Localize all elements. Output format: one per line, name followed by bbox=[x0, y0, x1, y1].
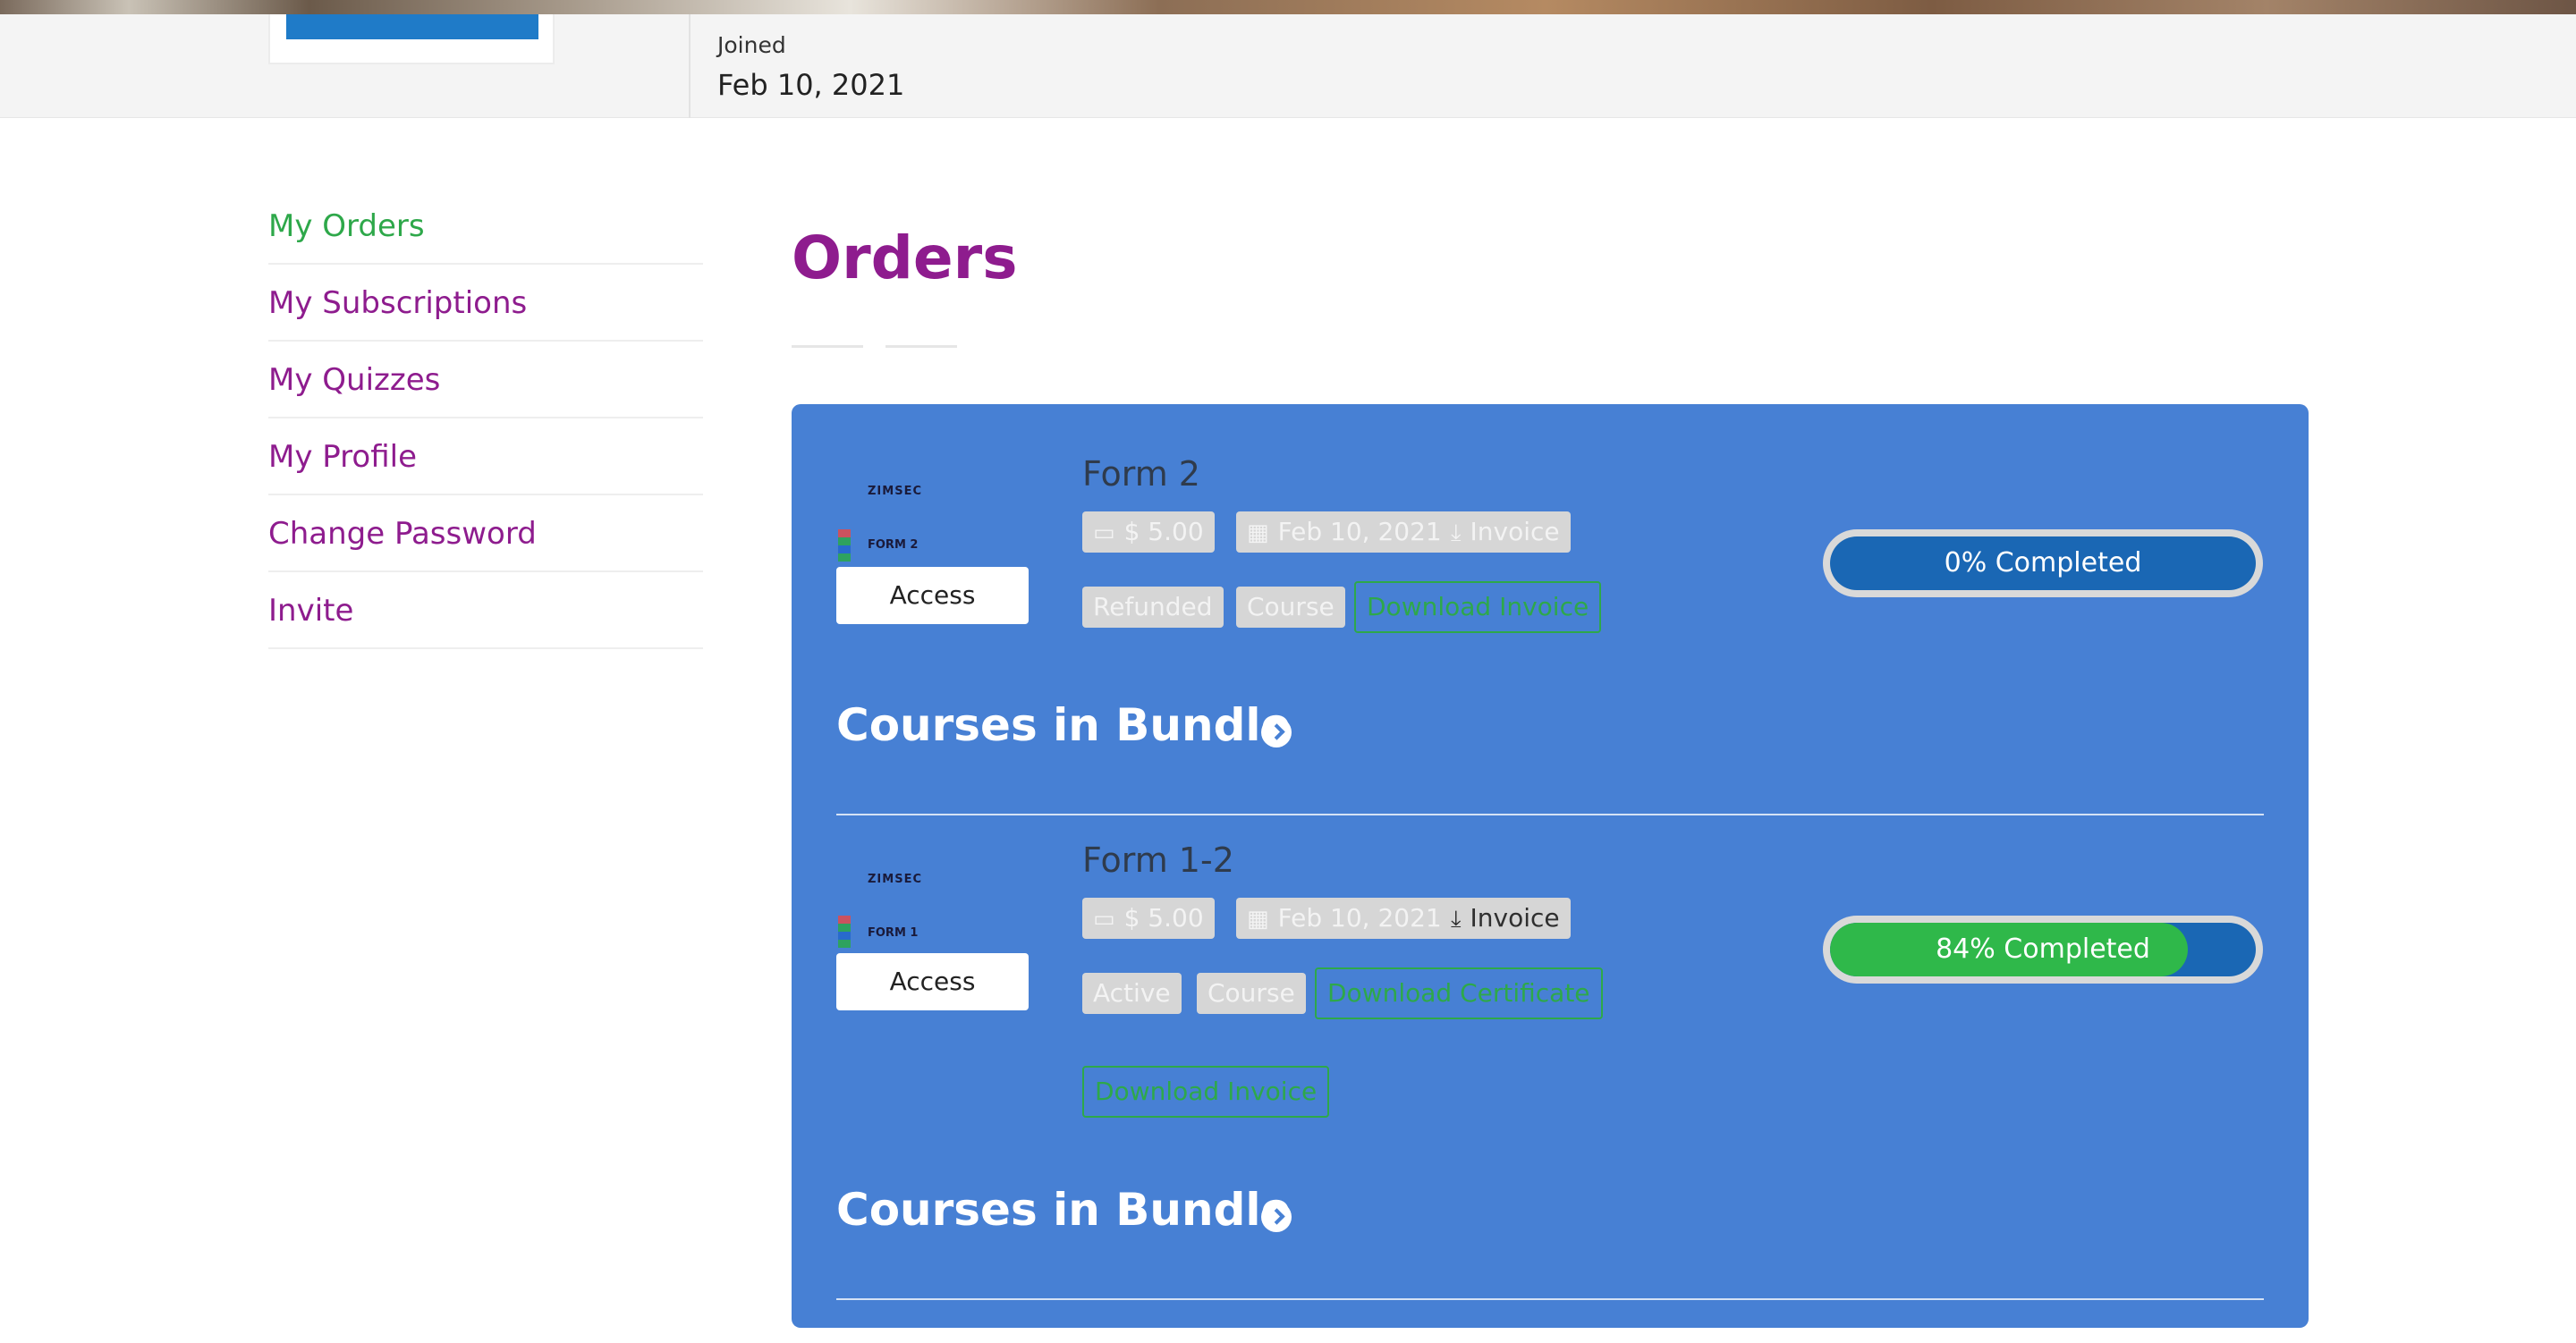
invoice-label: Invoice bbox=[1470, 517, 1560, 546]
invoice-button[interactable]: ⤓ Invoice bbox=[1440, 898, 1571, 939]
order-title: Form 1-2 bbox=[1082, 840, 1234, 880]
type-badge: Course bbox=[1236, 587, 1345, 628]
money-icon: ▭ bbox=[1093, 906, 1115, 933]
profile-divider bbox=[689, 14, 691, 118]
chevron-right-circle-icon[interactable] bbox=[1261, 1202, 1292, 1232]
order-card: ZIMSEC FORM 2 Access Form 2 ▭ $ 5.00 ▦ Feb… bbox=[792, 404, 2309, 815]
joined-label: Joined bbox=[717, 32, 786, 58]
invoice-button[interactable]: ⤓ Invoice bbox=[1440, 511, 1571, 553]
status-badge: Active bbox=[1082, 973, 1182, 1014]
avatar-image bbox=[286, 14, 538, 39]
date-badge: ▦ Feb 10, 2021 bbox=[1236, 898, 1453, 939]
download-certificate-button[interactable]: Download Certificate bbox=[1315, 967, 1603, 1019]
download-icon: ⤓ bbox=[1451, 519, 1462, 546]
download-invoice-button[interactable]: Download Invoice bbox=[1082, 1066, 1330, 1118]
sidebar-item-invite[interactable]: Invite bbox=[268, 572, 703, 649]
progress-label: 84% Completed bbox=[1936, 933, 2150, 965]
bundle-heading[interactable]: Courses in Bundle bbox=[836, 699, 1291, 751]
calendar-icon: ▦ bbox=[1247, 906, 1269, 933]
thumbnail-text: ZIMSEC bbox=[868, 873, 922, 886]
date-value: Feb 10, 2021 bbox=[1277, 517, 1442, 546]
avatar bbox=[268, 14, 555, 64]
divider bbox=[836, 1298, 2264, 1300]
order-title: Form 2 bbox=[1082, 454, 1200, 494]
date-value: Feb 10, 2021 bbox=[1277, 903, 1442, 933]
sidebar-item-my-quizzes[interactable]: My Quizzes bbox=[268, 342, 703, 418]
sidebar: My Orders My Subscriptions My Quizzes My… bbox=[268, 188, 703, 649]
logo-icon bbox=[838, 529, 851, 562]
page-title: Orders bbox=[792, 224, 1018, 292]
progress-bar: 0% Completed bbox=[1823, 529, 2263, 597]
cover-image bbox=[0, 0, 2576, 14]
type-badge: Course bbox=[1197, 973, 1306, 1014]
profile-band bbox=[0, 14, 2576, 118]
progress-track: 0% Completed bbox=[1830, 536, 2256, 590]
joined-date: Feb 10, 2021 bbox=[717, 68, 905, 102]
price-badge: ▭ $ 5.00 bbox=[1082, 511, 1215, 553]
price-value: $ 5.00 bbox=[1123, 903, 1204, 933]
logo-icon bbox=[838, 916, 851, 948]
sidebar-item-my-orders[interactable]: My Orders bbox=[268, 188, 703, 265]
access-button[interactable]: Access bbox=[836, 567, 1029, 624]
tab-indicator[interactable] bbox=[792, 345, 863, 348]
invoice-label: Invoice bbox=[1470, 903, 1560, 933]
sidebar-item-change-password[interactable]: Change Password bbox=[268, 495, 703, 572]
date-badge: ▦ Feb 10, 2021 bbox=[1236, 511, 1453, 553]
download-icon: ⤓ bbox=[1451, 906, 1462, 933]
orders-panel: ZIMSEC FORM 2 Access Form 2 ▭ $ 5.00 ▦ Feb… bbox=[792, 404, 2309, 1328]
progress-bar: 84% Completed bbox=[1823, 916, 2263, 984]
bundle-heading[interactable]: Courses in Bundle bbox=[836, 1184, 1291, 1236]
sidebar-item-my-subscriptions[interactable]: My Subscriptions bbox=[268, 265, 703, 342]
order-card: ZIMSEC FORM 1 Access Form 1-2 ▭ $ 5.00 ▦ F… bbox=[792, 815, 2309, 1316]
download-invoice-button[interactable]: Download Invoice bbox=[1354, 581, 1602, 633]
thumbnail-text: ZIMSEC bbox=[868, 485, 922, 498]
thumbnail-text: FORM 2 bbox=[868, 538, 919, 552]
tab-indicator[interactable] bbox=[886, 345, 957, 348]
price-value: $ 5.00 bbox=[1123, 517, 1204, 546]
thumbnail-text: FORM 1 bbox=[868, 926, 919, 940]
status-badge: Refunded bbox=[1082, 587, 1224, 628]
progress-label: 0% Completed bbox=[1944, 547, 2142, 579]
sidebar-item-my-profile[interactable]: My Profile bbox=[268, 418, 703, 495]
progress-track: 84% Completed bbox=[1830, 923, 2256, 976]
chevron-right-circle-icon[interactable] bbox=[1261, 717, 1292, 748]
calendar-icon: ▦ bbox=[1247, 519, 1269, 546]
access-button[interactable]: Access bbox=[836, 953, 1029, 1010]
money-icon: ▭ bbox=[1093, 519, 1115, 546]
price-badge: ▭ $ 5.00 bbox=[1082, 898, 1215, 939]
